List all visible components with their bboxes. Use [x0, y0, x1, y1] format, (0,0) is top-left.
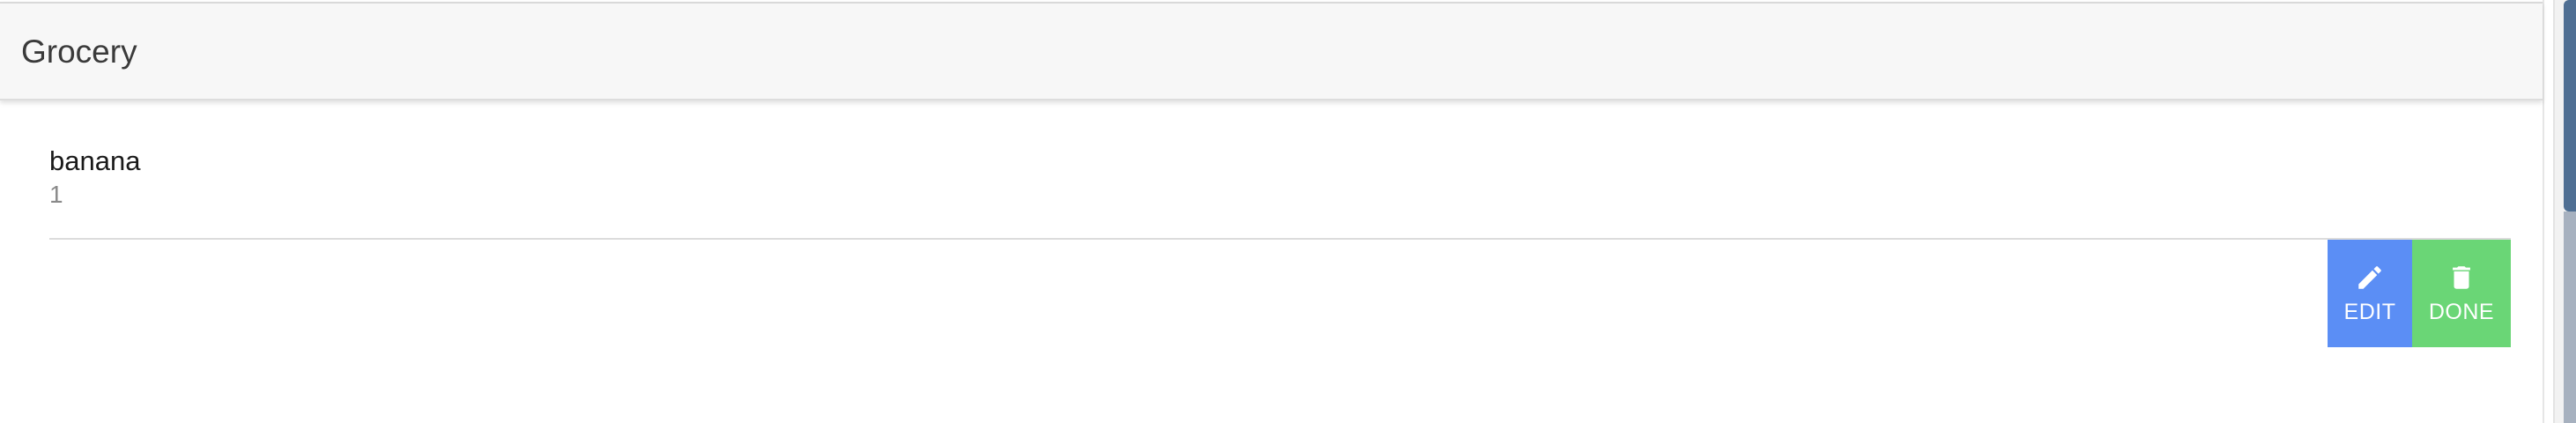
done-button-label: DONE: [2428, 299, 2495, 324]
edit-button[interactable]: EDIT: [2328, 240, 2412, 347]
page-title: Grocery: [21, 33, 137, 70]
scrollbar-thumb[interactable]: [2564, 0, 2576, 212]
edit-button-label: EDIT: [2343, 299, 2396, 324]
pencil-icon: [2355, 263, 2385, 293]
item-quantity: 1: [49, 181, 63, 208]
page-content: Grocery banana 1 EDIT DONE: [0, 0, 2544, 423]
scrollbar-lower-track: [2564, 212, 2576, 423]
list-item[interactable]: banana 1: [49, 145, 2511, 240]
toolbar: Grocery: [0, 2, 2543, 100]
trash-icon: [2446, 263, 2476, 293]
done-button[interactable]: DONE: [2412, 240, 2511, 347]
item-name: banana: [49, 145, 141, 176]
app-window: Grocery banana 1 EDIT DONE: [0, 0, 2576, 423]
item-actions: EDIT DONE: [2328, 240, 2511, 347]
